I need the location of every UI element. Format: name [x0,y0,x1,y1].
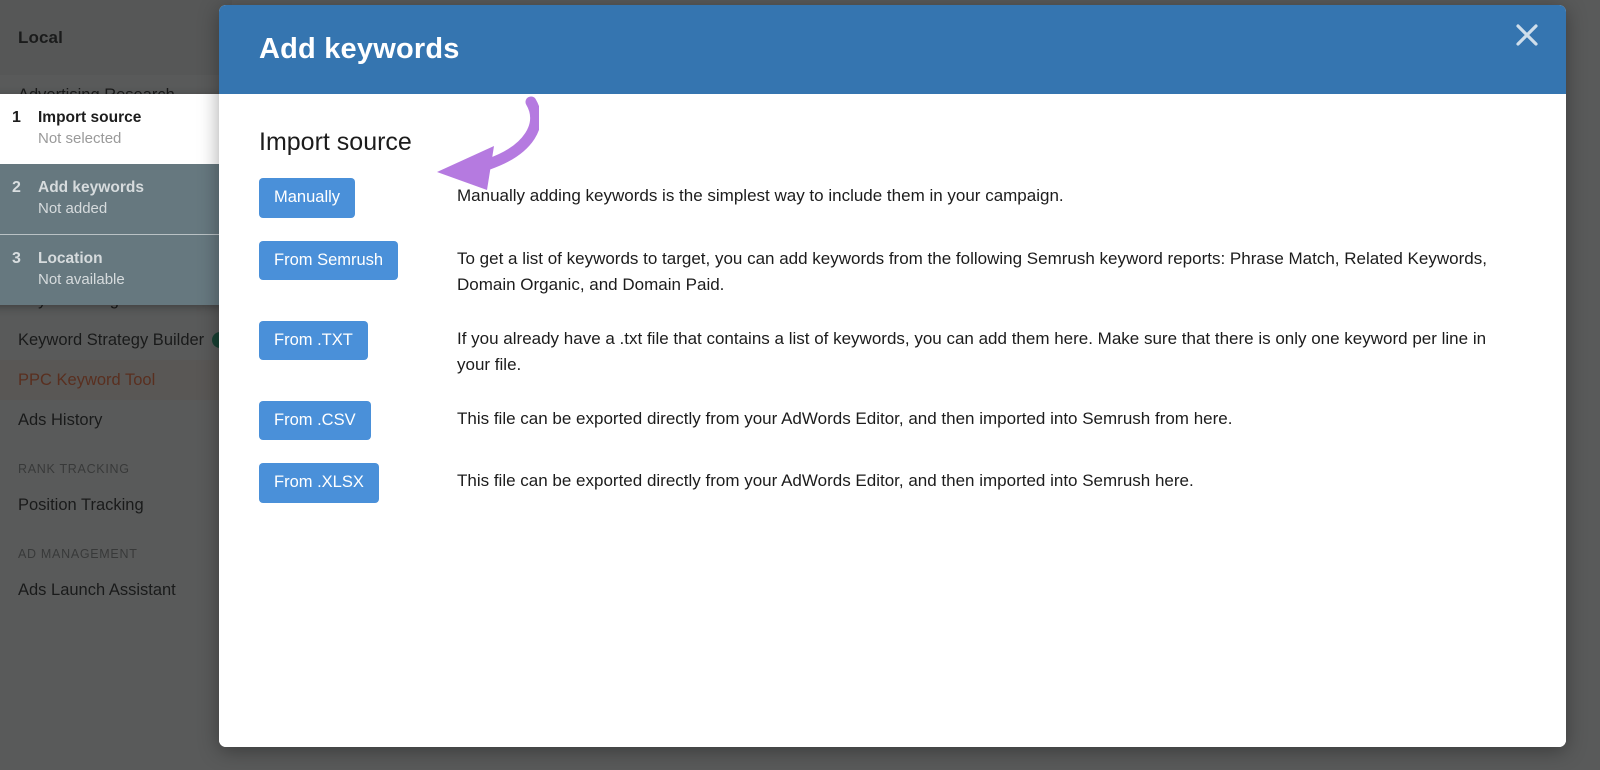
add-keywords-modal: Add keywords Import source Manually Manu… [219,5,1566,747]
import-source-from-xlsx-button[interactable]: From .XLSX [259,463,379,503]
import-source-from-txt-button[interactable]: From .TXT [259,320,368,360]
screen-root: Local Advertising Research AdClarity PLA… [0,0,1600,770]
step-status: Not selected [38,130,122,147]
section-title: Import source [259,128,412,156]
import-source-row: From .TXT If you already have a .txt fil… [259,320,1526,378]
modal-header: Add keywords [219,5,1566,94]
step-status: Not added [38,200,108,217]
wizard-steps-panel: 1 Import source Not selected 2 Add keywo… [0,94,224,305]
import-source-row: Manually Manually adding keywords is the… [259,178,1526,218]
import-source-description: To get a list of keywords to target, you… [457,248,1487,294]
import-source-description: This file can be exported directly from … [457,408,1233,428]
wizard-step-import-source[interactable]: 1 Import source Not selected [0,94,224,164]
import-source-from-semrush-button[interactable]: From Semrush [259,240,399,280]
import-source-description: Manually adding keywords is the simplest… [457,186,1064,205]
close-icon[interactable] [1507,15,1547,55]
import-source-from-csv-button[interactable]: From .CSV [259,400,371,440]
modal-title: Add keywords [259,33,460,65]
import-source-row: From Semrush To get a list of keywords t… [259,240,1526,298]
modal-body: Import source Manually Manually adding k… [219,94,1566,747]
import-source-manually-button[interactable]: Manually [259,178,356,218]
step-status: Not available [38,271,125,288]
import-source-list: Manually Manually adding keywords is the… [259,178,1526,503]
import-source-row: From .CSV This file can be exported dire… [259,400,1526,440]
step-title: Location [38,250,103,267]
wizard-step-location[interactable]: 3 Location Not available [0,234,224,305]
step-title: Add keywords [38,179,144,196]
step-title: Import source [38,109,142,126]
import-source-description: If you already have a .txt file that con… [457,328,1487,374]
import-source-description: This file can be exported directly from … [457,471,1194,490]
step-number: 1 [12,109,21,126]
import-source-row: From .XLSX This file can be exported dir… [259,463,1526,503]
step-number: 2 [12,179,21,196]
step-number: 3 [12,250,21,267]
wizard-step-add-keywords[interactable]: 2 Add keywords Not added [0,164,224,234]
